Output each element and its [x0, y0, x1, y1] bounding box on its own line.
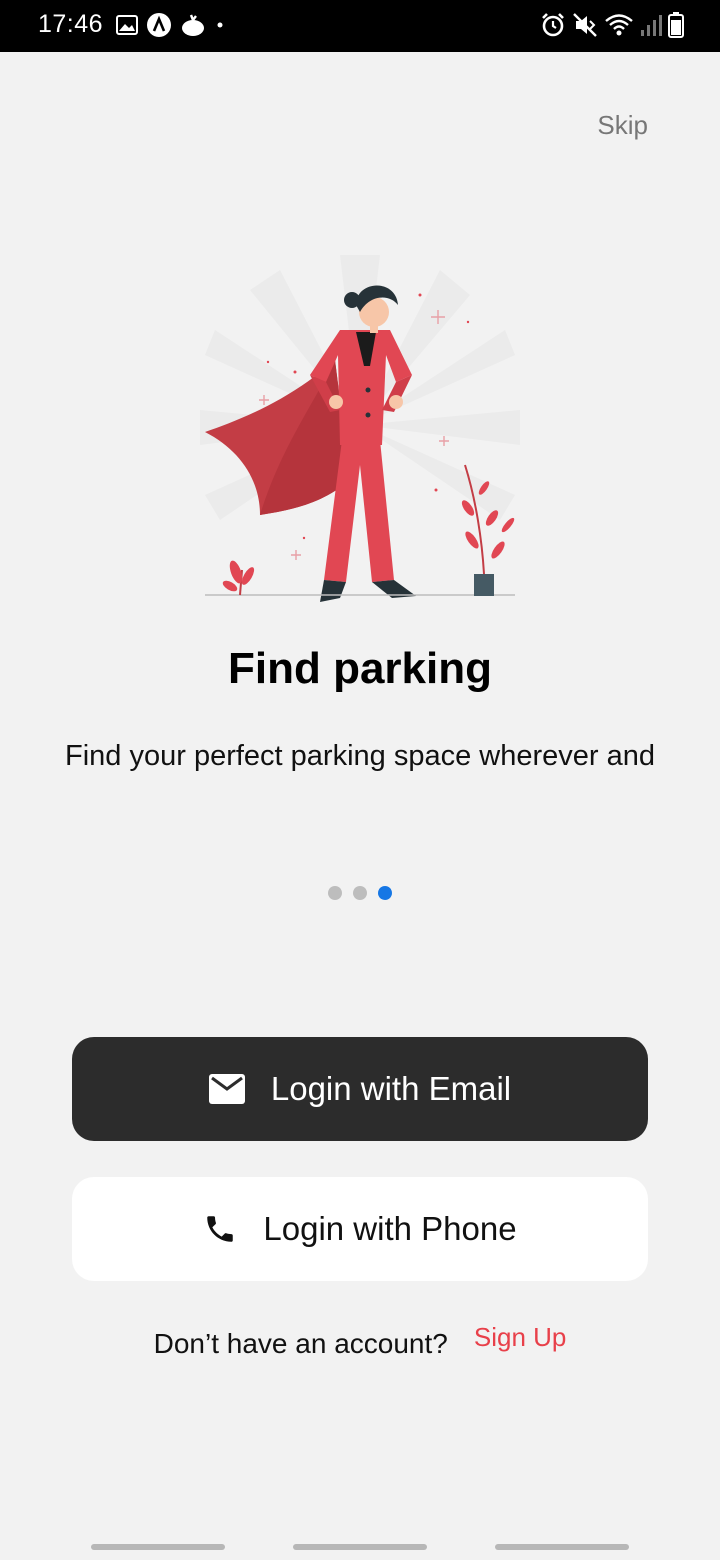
mail-icon	[208, 1074, 245, 1104]
status-left-icons	[116, 12, 226, 38]
battery-icon	[668, 12, 684, 38]
alarm-icon	[542, 13, 564, 37]
skip-button[interactable]: Skip	[597, 110, 648, 141]
status-time: 17:46	[38, 10, 104, 38]
signal-icon	[641, 15, 662, 36]
dot-icon	[217, 22, 223, 28]
phone-icon	[207, 1216, 234, 1242]
pagination-dot-2[interactable]	[353, 886, 367, 900]
pagination-dot-1[interactable]	[328, 886, 342, 900]
system-navigation-bar	[0, 1540, 720, 1560]
signup-row: Don’t have an account? Sign Up	[0, 1322, 720, 1360]
signup-question: Don’t have an account?	[153, 1328, 448, 1359]
home-button[interactable]	[293, 1544, 427, 1550]
page-title: Find parking	[228, 644, 492, 693]
login-phone-label: Login with Phone	[263, 1210, 517, 1247]
mute-icon	[573, 13, 597, 37]
image-icon	[116, 15, 138, 35]
superhero-woman-illustration	[200, 255, 520, 602]
pagination-dots	[0, 886, 720, 900]
back-button[interactable]	[495, 1544, 629, 1550]
login-phone-button[interactable]: Login with Phone	[72, 1177, 648, 1281]
wifi-icon	[605, 14, 633, 36]
page-description: Find your perfect parking space wherever…	[65, 740, 655, 772]
login-email-button[interactable]: Login with Email	[72, 1037, 648, 1141]
pagination-dot-3[interactable]	[378, 886, 392, 900]
recent-apps-button[interactable]	[91, 1544, 225, 1550]
login-email-label: Login with Email	[270, 1070, 512, 1107]
status-right-icons	[540, 12, 684, 38]
signup-link[interactable]: Sign Up	[474, 1322, 567, 1360]
tomato-icon	[182, 14, 204, 36]
status-bar: 17:46	[0, 0, 720, 52]
app-a-icon	[147, 13, 171, 37]
